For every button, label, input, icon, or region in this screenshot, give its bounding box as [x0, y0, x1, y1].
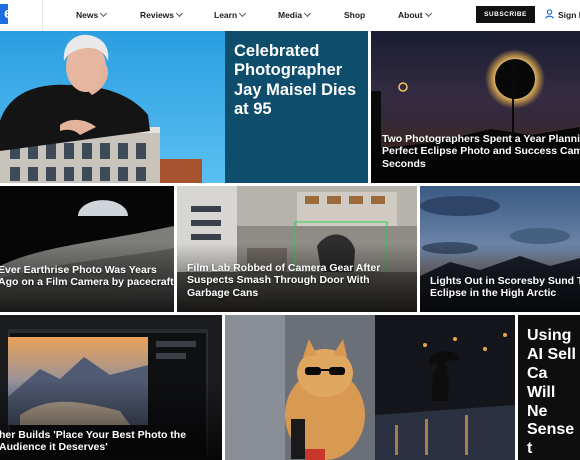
chevron-down-icon: [100, 9, 108, 18]
subscribe-button[interactable]: SUBSCRIBE: [476, 6, 535, 23]
nav-divider: [42, 0, 43, 31]
cat-story-image: [225, 315, 515, 460]
nav-reviews[interactable]: Reviews: [140, 8, 184, 22]
story-card-scoresby[interactable]: Lights Out in Scoresby Sund Total Eclips…: [420, 186, 580, 312]
earthrise-headline[interactable]: Ever Earthrise Photo Was Years Ago on a …: [0, 264, 174, 289]
story-card-ai[interactable]: Using AI Sell Ca Will Ne Sense t: [518, 315, 580, 460]
builds-headline-text: her Builds 'Place Your Best Photo the Au…: [0, 429, 187, 454]
story-card-film-lab[interactable]: Film Lab Robbed of Camera Gear After Sus…: [177, 186, 417, 312]
nav-news-label: News: [76, 10, 99, 20]
builds-headline[interactable]: her Builds 'Place Your Best Photo the Au…: [0, 429, 219, 454]
sign-in-label: Sign In: [558, 10, 580, 20]
earthrise-headline-text: Ever Earthrise Photo Was Years Ago on a …: [0, 264, 174, 289]
nav-news[interactable]: News: [76, 8, 108, 22]
chevron-down-icon: [239, 9, 247, 18]
chevron-down-icon: [424, 9, 432, 18]
nav-reviews-label: Reviews: [140, 10, 175, 20]
scoresby-headline-text: Lights Out in Scoresby Sund Total Eclips…: [430, 275, 580, 300]
story-card-earthrise[interactable]: Ever Earthrise Photo Was Years Ago on a …: [0, 186, 174, 312]
nav-shop[interactable]: Shop: [344, 8, 365, 22]
ai-headline[interactable]: Using AI Sell Ca Will Ne Sense t: [527, 327, 579, 459]
site-header: el News Reviews Learn Media Shop About S…: [0, 0, 580, 32]
nav-learn-label: Learn: [214, 10, 238, 20]
eclipse-headline-text: Two Photographers Spent a Year Planning …: [382, 133, 580, 170]
sign-in-link[interactable]: Sign In: [545, 8, 580, 22]
eclipse-headline[interactable]: Two Photographers Spent a Year Planning …: [382, 133, 580, 170]
story-card-builds[interactable]: her Builds 'Place Your Best Photo the Au…: [0, 315, 222, 460]
nav-about-label: About: [398, 10, 423, 20]
feature-headline-text: Celebrated Photographer Jay Maisel Dies …: [234, 42, 356, 119]
nav-media-label: Media: [278, 10, 303, 20]
ai-headline-text: Using AI Sell Ca Will Ne Sense t: [527, 327, 576, 458]
story-card-eclipse[interactable]: Two Photographers Spent a Year Planning …: [371, 31, 580, 183]
film-lab-headline[interactable]: Film Lab Robbed of Camera Gear After Sus…: [187, 262, 413, 299]
user-icon: [545, 9, 554, 19]
scoresby-headline[interactable]: Lights Out in Scoresby Sund Total Eclips…: [430, 275, 580, 300]
nav-media[interactable]: Media: [278, 8, 312, 22]
story-card-cat[interactable]: [225, 315, 515, 460]
nav-about[interactable]: About: [398, 8, 432, 22]
chevron-down-icon: [175, 9, 184, 18]
film-lab-headline-text: Film Lab Robbed of Camera Gear After Sus…: [187, 262, 381, 299]
chevron-down-icon: [304, 9, 312, 18]
feature-story-card[interactable]: Celebrated Photographer Jay Maisel Dies …: [0, 31, 368, 183]
nav-shop-label: Shop: [344, 10, 366, 20]
site-logo-text[interactable]: el: [4, 5, 17, 23]
nav-learn[interactable]: Learn: [214, 8, 247, 22]
feature-headline[interactable]: Celebrated Photographer Jay Maisel Dies …: [234, 42, 364, 120]
